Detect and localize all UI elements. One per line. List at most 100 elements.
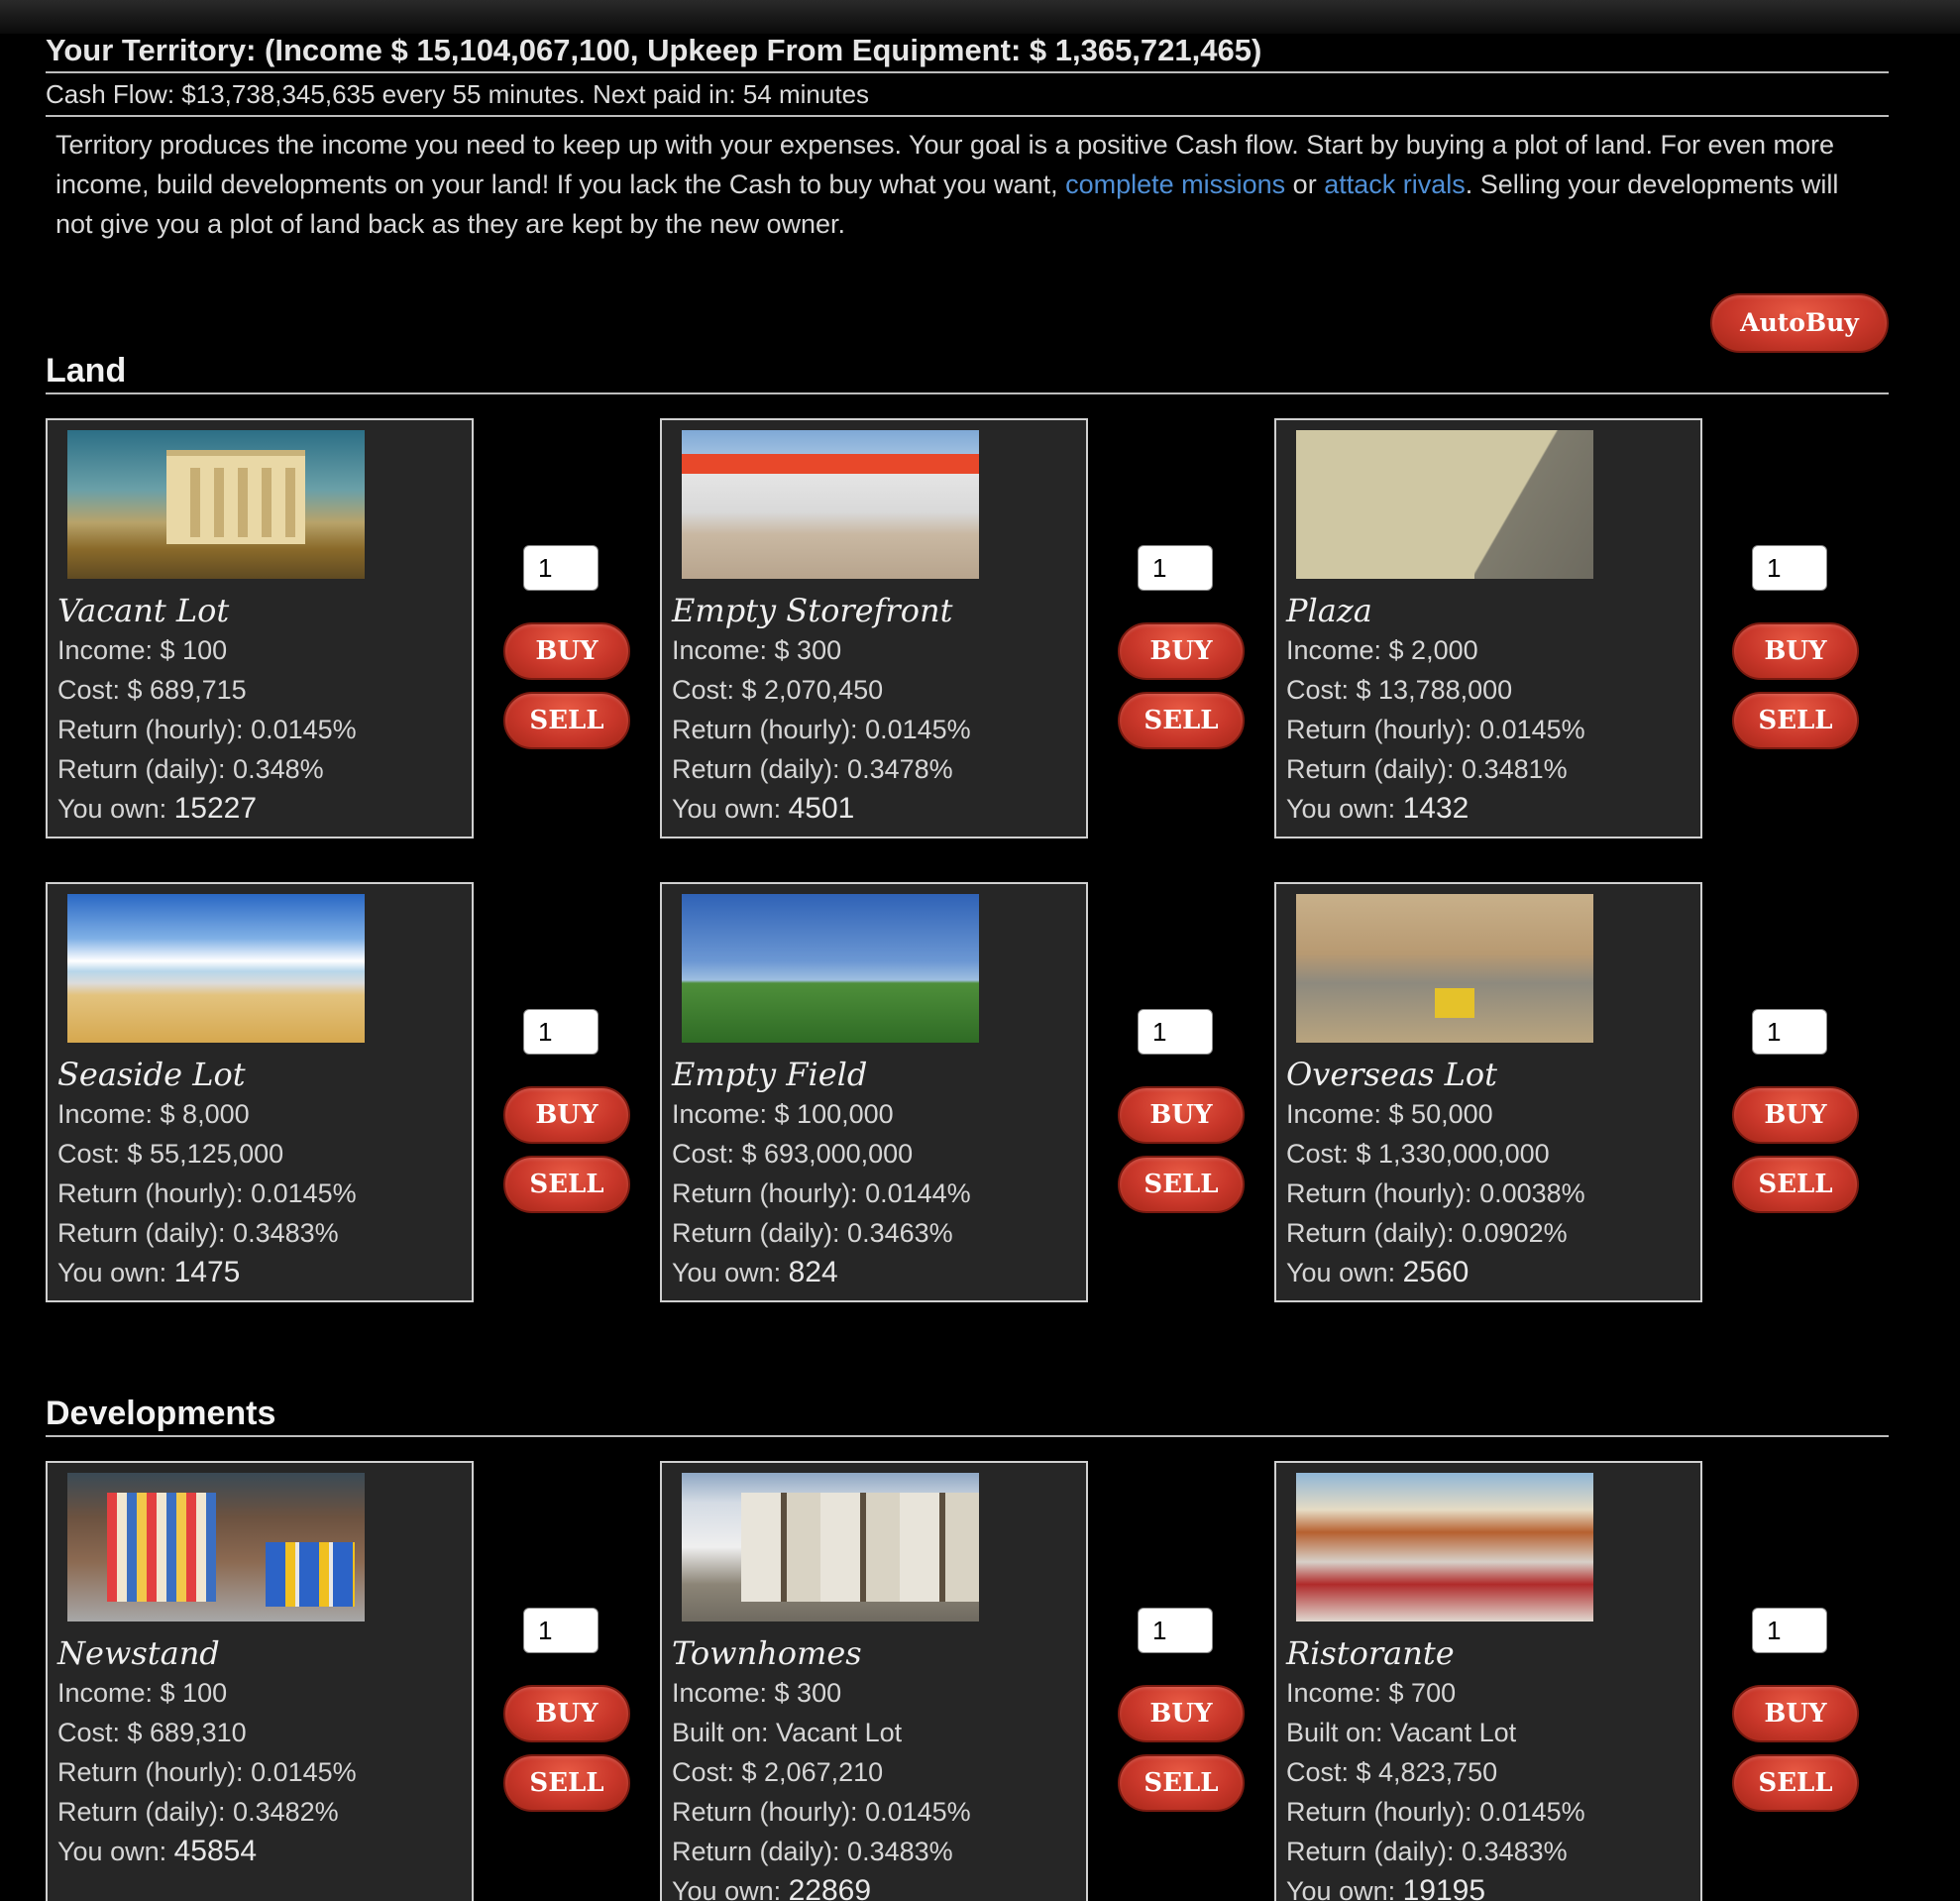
buy-button[interactable]: BUY [503,622,630,680]
sell-button[interactable]: SELL [1732,1754,1859,1812]
item-income: Income: $ 2,000 [1286,635,1478,665]
empty-storefront-image [682,430,979,579]
intro-text: Territory produces the income you need t… [46,117,1889,244]
sell-button[interactable]: SELL [503,692,630,749]
item-owned: You own: 19195 [1286,1871,1690,1901]
item-built-on: Built on: Vacant Lot [1286,1718,1517,1747]
buy-button[interactable]: BUY [1732,1685,1859,1742]
buy-button[interactable]: BUY [1118,1086,1245,1144]
item-income: Income: $ 100,000 [672,1099,894,1129]
item-name: Seaside Lot [57,1056,246,1093]
item-return-daily: Return (daily): 0.3483% [672,1837,953,1866]
item-return-hourly: Return (hourly): 0.0038% [1286,1178,1585,1208]
owned-count: 1432 [1402,792,1470,825]
empty-field-image [682,894,979,1043]
item-cost: Cost: $ 693,000,000 [672,1139,914,1169]
item-return-daily: Return (daily): 0.3478% [672,754,953,784]
quantity-input[interactable]: 1 [1138,1608,1213,1653]
owned-label: You own: [57,794,174,824]
item-owned: You own: 824 [672,1253,1076,1292]
item-card: Empty Field Income: $ 100,000 Cost: $ 69… [660,882,1088,1302]
quantity-input[interactable]: 1 [1752,545,1827,591]
owned-label: You own: [57,1258,174,1287]
owned-label: You own: [1286,1258,1403,1287]
item-card: Seaside Lot Income: $ 8,000 Cost: $ 55,1… [46,882,474,1302]
item-return-hourly: Return (hourly): 0.0145% [57,715,357,744]
item-income: Income: $ 100 [57,635,228,665]
item-return-hourly: Return (hourly): 0.0145% [1286,1797,1585,1827]
buy-button[interactable]: BUY [1732,622,1859,680]
item-cost: Cost: $ 689,310 [57,1718,247,1747]
owned-label: You own: [1286,1876,1403,1901]
top-bar [0,0,1960,34]
item-return-daily: Return (daily): 0.3483% [57,1218,339,1248]
quantity-input[interactable]: 1 [1138,545,1213,591]
owned-count: 824 [788,1256,838,1288]
buy-button[interactable]: BUY [503,1086,630,1144]
item-owned: You own: 45854 [57,1832,462,1871]
item-card: Newstand Income: $ 100 Cost: $ 689,310 R… [46,1461,474,1901]
townhomes-image [682,1473,979,1621]
quantity-input[interactable]: 1 [1138,1009,1213,1055]
item-return-daily: Return (daily): 0.3483% [1286,1837,1568,1866]
owned-count: 1475 [173,1256,241,1288]
item-income: Income: $ 700 [1286,1678,1457,1708]
item-card: Empty Storefront Income: $ 300 Cost: $ 2… [660,418,1088,839]
item-name: Empty Field [672,1056,868,1093]
item-name: Townhomes [672,1634,862,1672]
owned-label: You own: [57,1837,174,1866]
sell-button[interactable]: SELL [503,1754,630,1812]
item-card: Ristorante Income: $ 700 Built on: Vacan… [1274,1461,1702,1901]
item-income: Income: $ 300 [672,1678,842,1708]
item-cost: Cost: $ 2,067,210 [672,1757,884,1787]
developments-section-title: Developments [46,1392,1889,1437]
item-income: Income: $ 8,000 [57,1099,250,1129]
item-name: Vacant Lot [57,592,230,629]
item-name: Newstand [57,1634,220,1672]
seaside-lot-image [67,894,365,1043]
item-owned: You own: 1432 [1286,789,1690,829]
item-owned: You own: 4501 [672,789,1076,829]
owned-count: 2560 [1402,1256,1470,1288]
quantity-input[interactable]: 1 [523,1608,599,1653]
owned-label: You own: [672,1258,789,1287]
newstand-image [67,1473,365,1621]
attack-rivals-link[interactable]: attack rivals [1324,169,1466,199]
item-cost: Cost: $ 2,070,450 [672,675,884,705]
quantity-input[interactable]: 1 [1752,1608,1827,1653]
quantity-input[interactable]: 1 [523,545,599,591]
item-name: Empty Storefront [672,592,953,629]
owned-label: You own: [672,794,789,824]
sell-button[interactable]: SELL [1118,692,1245,749]
item-name: Overseas Lot [1286,1056,1497,1093]
autobuy-button[interactable]: AutoBuy [1710,293,1889,353]
item-income: Income: $ 50,000 [1286,1099,1493,1129]
land-section-title: Land [46,349,1889,394]
sell-button[interactable]: SELL [1118,1156,1245,1213]
intro-text-part: or [1285,169,1325,199]
territory-page: Your Territory: (Income $ 15,104,067,100… [46,30,1889,1901]
ristorante-image [1296,1473,1593,1621]
plaza-image [1296,430,1593,579]
quantity-input[interactable]: 1 [1752,1009,1827,1055]
buy-button[interactable]: BUY [1732,1086,1859,1144]
item-return-hourly: Return (hourly): 0.0145% [672,1797,971,1827]
buy-button[interactable]: BUY [1118,622,1245,680]
item-return-hourly: Return (hourly): 0.0144% [672,1178,971,1208]
sell-button[interactable]: SELL [1732,692,1859,749]
territory-title: Your Territory: (Income $ 15,104,067,100… [46,30,1889,73]
owned-count: 45854 [173,1835,258,1867]
item-return-hourly: Return (hourly): 0.0145% [57,1757,357,1787]
sell-button[interactable]: SELL [1732,1156,1859,1213]
item-cost: Cost: $ 55,125,000 [57,1139,284,1169]
buy-button[interactable]: BUY [503,1685,630,1742]
buy-button[interactable]: BUY [1118,1685,1245,1742]
item-owned: You own: 22869 [672,1871,1076,1901]
quantity-input[interactable]: 1 [523,1009,599,1055]
complete-missions-link[interactable]: complete missions [1065,169,1285,199]
item-return-daily: Return (daily): 0.3463% [672,1218,953,1248]
item-cost: Cost: $ 1,330,000,000 [1286,1139,1550,1169]
item-owned: You own: 15227 [57,789,462,829]
sell-button[interactable]: SELL [503,1156,630,1213]
sell-button[interactable]: SELL [1118,1754,1245,1812]
